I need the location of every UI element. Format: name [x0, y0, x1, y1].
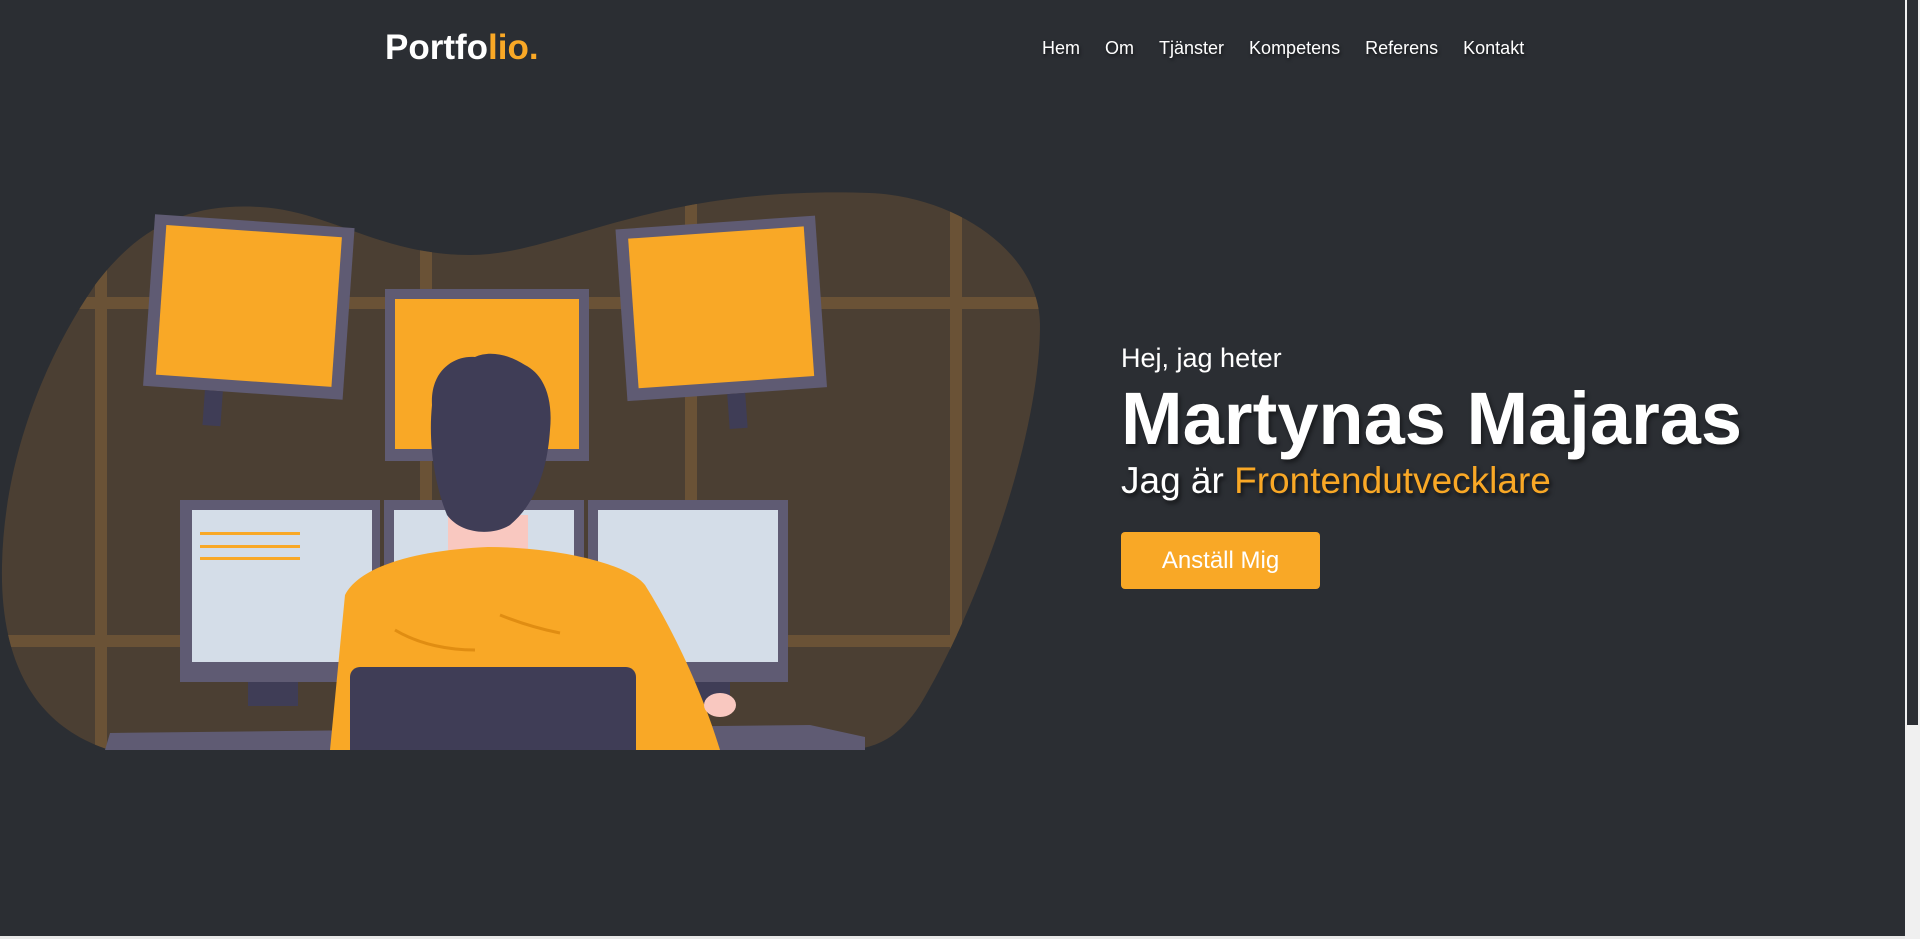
hire-me-button[interactable]: Anställ Mig [1121, 532, 1320, 589]
site-header: Portfolio. Hem Om Tjänster Kompetens Ref… [0, 0, 1905, 100]
hero-role-prefix: Jag är [1121, 460, 1224, 501]
hero-text: Hej, jag heter Martynas Majaras Jag är F… [1121, 338, 1821, 589]
nav-item-kompetens[interactable]: Kompetens [1249, 38, 1340, 59]
hero-role-accent: Frontendutvecklare [1234, 460, 1551, 501]
nav-item-om[interactable]: Om [1105, 38, 1134, 59]
logo-accent: lio. [488, 28, 539, 67]
main-nav: Hem Om Tjänster Kompetens Referens Konta… [1042, 38, 1549, 59]
page: Portfolio. Hem Om Tjänster Kompetens Ref… [0, 0, 1920, 939]
scrollbar[interactable] [1905, 0, 1920, 939]
nav-item-kontakt[interactable]: Kontakt [1463, 38, 1524, 59]
hero-name: Martynas Majaras [1121, 377, 1743, 460]
hero-illustration [1, 192, 1041, 750]
nav-item-hem[interactable]: Hem [1042, 38, 1080, 59]
hero-role: Jag är Frontendutvecklare [1121, 458, 1821, 504]
logo[interactable]: Portfolio. [385, 28, 539, 68]
logo-main: Portfo [385, 28, 489, 67]
nav-item-referens[interactable]: Referens [1365, 38, 1438, 59]
nav-item-tjanster[interactable]: Tjänster [1159, 38, 1224, 59]
hero-greeting: Hej, jag heter [1121, 343, 1282, 373]
scrollbar-thumb[interactable] [1907, 0, 1918, 725]
